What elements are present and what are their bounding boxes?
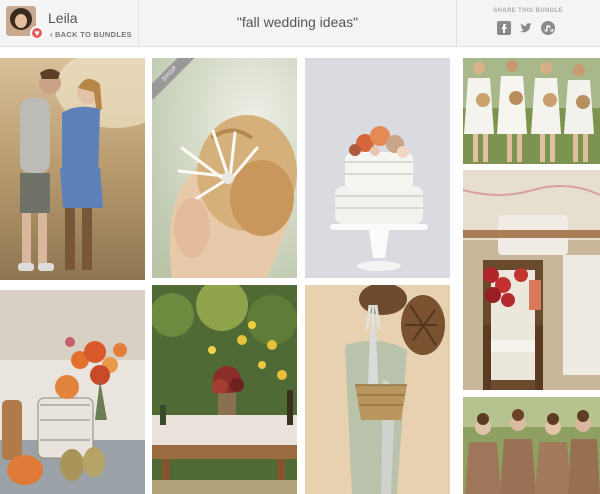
- engagement-couple-photo[interactable]: [0, 58, 145, 280]
- reception-chairs-apples-photo[interactable]: [463, 170, 600, 390]
- facebook-icon[interactable]: [497, 21, 511, 35]
- bridesmaids-neutral-dresses-photo[interactable]: [463, 397, 600, 494]
- share-label: SHARE THIS BUNDLE: [493, 8, 563, 14]
- twitter-icon[interactable]: [519, 21, 533, 35]
- divider: [456, 0, 457, 46]
- back-label: BACK TO BUNDLES: [54, 30, 132, 39]
- fall-centerpiece-photo[interactable]: [0, 290, 145, 494]
- stumbleupon-icon[interactable]: [541, 21, 555, 35]
- feather-hairpiece-photo[interactable]: SHOP: [152, 58, 297, 278]
- bridesmaids-white-dresses-photo[interactable]: [463, 58, 600, 164]
- ruffled-wedding-cake-photo[interactable]: [305, 58, 450, 278]
- outdoor-reception-table-photo[interactable]: [152, 285, 297, 494]
- avatar-face: [15, 14, 27, 28]
- burlap-napkin-place-setting-photo[interactable]: [305, 285, 450, 494]
- heart-icon: ♥: [30, 26, 44, 40]
- bundle-title: "fall wedding ideas": [236, 14, 359, 30]
- user-name[interactable]: Leila: [48, 10, 78, 26]
- back-to-bundles-link[interactable]: ‹ BACK TO BUNDLES: [50, 30, 132, 39]
- back-arrow-icon: ‹: [50, 30, 53, 39]
- bundle-header: ♥ Leila ‹ BACK TO BUNDLES "fall wedding i…: [0, 0, 600, 47]
